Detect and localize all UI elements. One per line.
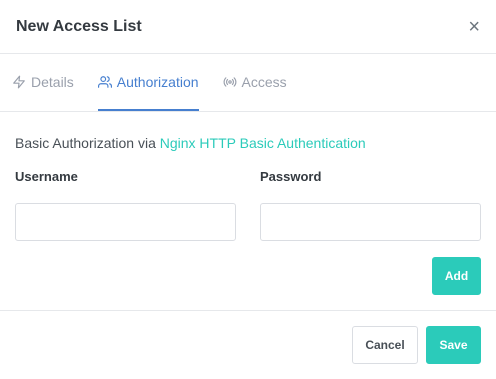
username-input[interactable]: [15, 203, 236, 241]
credentials-row: Username Password: [15, 168, 481, 241]
add-row: Add: [15, 257, 481, 295]
modal-header: New Access List ×: [0, 0, 496, 54]
auth-intro-text: Basic Authorization via: [15, 135, 160, 151]
modal-footer: Cancel Save: [0, 310, 496, 379]
tab-authorization-label: Authorization: [116, 73, 199, 90]
tab-access[interactable]: Access: [223, 54, 287, 111]
tab-access-label: Access: [241, 73, 287, 90]
modal-title: New Access List: [16, 17, 142, 35]
password-column: Password: [260, 168, 481, 241]
password-label: Password: [260, 169, 322, 184]
tab-details[interactable]: Details: [12, 54, 74, 111]
bolt-icon: [13, 75, 25, 88]
authorization-panel: Basic Authorization via Nginx HTTP Basic…: [0, 112, 496, 295]
nginx-basic-auth-link[interactable]: Nginx HTTP Basic Authentication: [160, 135, 366, 151]
access-list-modal: New Access List × Details Authorization …: [0, 0, 496, 379]
add-button[interactable]: Add: [432, 257, 481, 295]
tab-authorization[interactable]: Authorization: [97, 54, 199, 111]
username-label: Username: [15, 169, 78, 184]
password-input[interactable]: [260, 203, 481, 241]
auth-intro: Basic Authorization via Nginx HTTP Basic…: [15, 132, 481, 154]
username-column: Username: [15, 168, 236, 241]
signal-icon: [223, 76, 236, 87]
tab-details-label: Details: [31, 73, 74, 90]
tab-bar: Details Authorization Access: [0, 54, 496, 112]
users-icon: [97, 75, 112, 88]
cancel-button[interactable]: Cancel: [352, 326, 418, 364]
close-icon[interactable]: ×: [468, 17, 480, 37]
save-button[interactable]: Save: [426, 326, 481, 364]
